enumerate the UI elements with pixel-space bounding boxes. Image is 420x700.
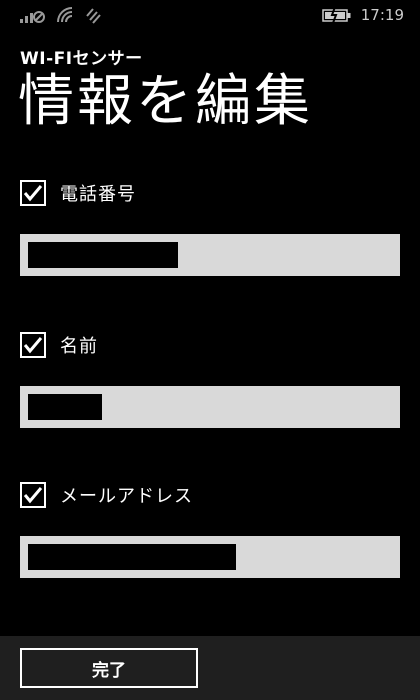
- status-time: 17:19: [360, 6, 404, 24]
- email-field[interactable]: [20, 536, 400, 578]
- redacted-value: [28, 242, 178, 268]
- phone-field[interactable]: [20, 234, 400, 276]
- app-bar: 完了: [0, 636, 420, 700]
- checkmark-icon: [23, 337, 43, 354]
- email-checkbox-row[interactable]: メールアドレス: [20, 479, 193, 511]
- name-checkbox-row[interactable]: 名前: [20, 329, 98, 361]
- name-checkbox[interactable]: [20, 332, 46, 358]
- page-title: 情報を編集: [18, 69, 313, 134]
- done-button[interactable]: 完了: [20, 648, 198, 688]
- wifi-icon: [56, 6, 76, 28]
- signal-strength-icon: [20, 6, 46, 28]
- phone-checkbox-label: 電話番号: [60, 184, 136, 205]
- redacted-value: [28, 544, 236, 570]
- redacted-value: [28, 394, 102, 420]
- app-title: WI-FIセンサー: [20, 49, 143, 69]
- email-checkbox-label: メールアドレス: [60, 486, 193, 507]
- data-connection-icon: [84, 6, 102, 28]
- battery-icon: [322, 6, 352, 28]
- status-bar: 17:19: [0, 0, 420, 34]
- phone-checkbox-row[interactable]: 電話番号: [20, 177, 136, 209]
- checkmark-icon: [23, 487, 43, 504]
- name-checkbox-label: 名前: [60, 336, 98, 357]
- checkmark-icon: [23, 185, 43, 202]
- name-field[interactable]: [20, 386, 400, 428]
- email-checkbox[interactable]: [20, 482, 46, 508]
- phone-checkbox[interactable]: [20, 180, 46, 206]
